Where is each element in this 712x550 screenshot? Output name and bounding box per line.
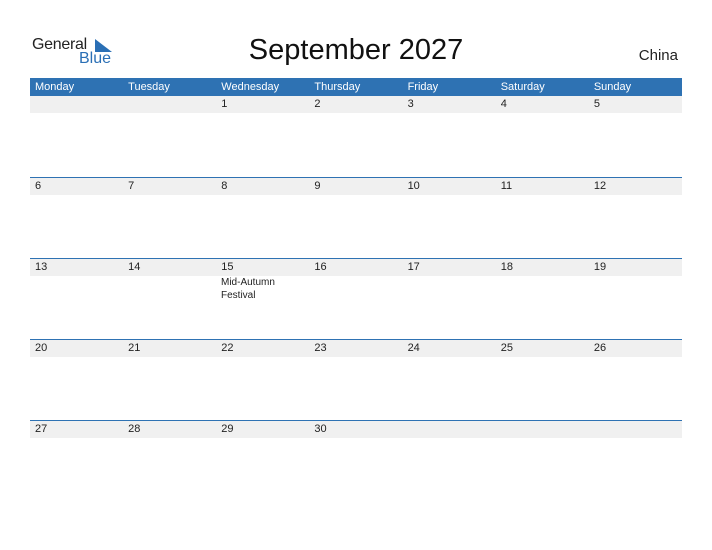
weekday-monday: Monday	[35, 81, 75, 93]
week-row: 13 14 15 16 17 18 19 Mid-Autumn Festival	[30, 258, 682, 339]
date-band: 27 28 29 30	[30, 421, 682, 438]
calendar-grid: Monday Tuesday Wednesday Thursday Friday…	[30, 78, 682, 501]
date-band: 1 2 3 4 5	[30, 96, 682, 113]
day-number: 22	[221, 342, 234, 354]
week-row: 6 7 8 9 10 11 12	[30, 177, 682, 258]
day-number: 20	[35, 342, 48, 354]
day-event	[123, 276, 216, 302]
weeks-container: 1 2 3 4 5 6 7 8 9 10 11 12 13 14 15 16 17 18 19 Mid-Autumn …	[30, 96, 682, 501]
weekday-saturday: Saturday	[500, 81, 545, 93]
day-event	[402, 276, 495, 302]
day-number: 9	[314, 180, 321, 192]
weekday-header: Monday Tuesday Wednesday Thursday Friday…	[30, 78, 682, 96]
day-number: 5	[593, 98, 600, 110]
day-number: 1	[221, 98, 228, 110]
day-number: 27	[35, 423, 48, 435]
date-band: 13 14 15 16 17 18 19	[30, 259, 682, 276]
day-number: 8	[221, 180, 228, 192]
weekday-sunday: Sunday	[593, 81, 632, 93]
day-event	[30, 276, 123, 302]
day-number	[496, 421, 589, 438]
date-band: 6 7 8 9 10 11 12	[30, 178, 682, 195]
day-event	[588, 276, 681, 302]
day-number	[30, 96, 123, 113]
day-number: 2	[314, 98, 321, 110]
day-number	[123, 96, 216, 113]
day-number: 13	[35, 261, 48, 273]
day-number: 7	[128, 180, 135, 192]
day-number: 14	[128, 261, 141, 273]
day-number: 25	[500, 342, 513, 354]
week-row: 20 21 22 23 24 25 26	[30, 339, 682, 420]
day-number: 28	[128, 423, 141, 435]
day-number: 30	[314, 423, 327, 435]
day-number: 16	[314, 261, 327, 273]
day-number: 15	[221, 261, 234, 273]
weekday-wednesday: Wednesday	[221, 81, 280, 93]
day-number: 23	[314, 342, 327, 354]
day-number	[589, 421, 682, 438]
events-band: Mid-Autumn Festival	[30, 276, 682, 302]
day-number: 29	[221, 423, 234, 435]
day-number: 26	[593, 342, 607, 354]
calendar-title: September 2027	[248, 34, 464, 66]
day-number: 12	[593, 180, 607, 192]
week-row: 1 2 3 4 5	[30, 96, 682, 177]
day-number: 17	[407, 261, 420, 273]
day-event	[495, 276, 588, 302]
day-number: 21	[128, 342, 141, 354]
weekday-thursday: Thursday	[314, 81, 361, 93]
day-number	[403, 421, 496, 438]
week-row: 27 28 29 30	[30, 420, 682, 501]
day-number: 19	[593, 261, 607, 273]
country-label: China	[638, 47, 678, 64]
day-number: 11	[500, 180, 513, 192]
weekday-friday: Friday	[407, 81, 439, 93]
day-number: 18	[500, 261, 513, 273]
day-number: 4	[500, 98, 507, 110]
weekday-tuesday: Tuesday	[128, 81, 170, 93]
day-number: 3	[407, 98, 414, 110]
day-number: 24	[407, 342, 420, 354]
date-band: 20 21 22 23 24 25 26	[30, 340, 682, 357]
day-number: 6	[35, 180, 42, 192]
day-number: 10	[407, 180, 420, 192]
day-event: Mid-Autumn Festival	[221, 277, 275, 301]
day-event	[309, 276, 402, 302]
